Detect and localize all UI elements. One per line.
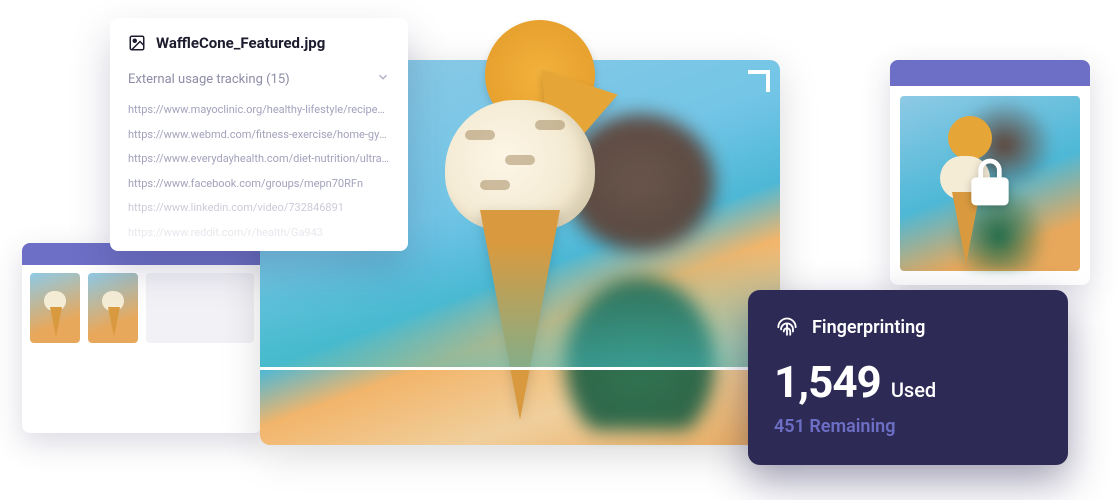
filename-label: WaffleCone_Featured.jpg [156,34,325,52]
crop-corner-icon[interactable] [748,70,770,92]
fingerprint-used-count: 1,549 [774,356,881,408]
tracked-url[interactable]: https://www.mayoclinic.org/healthy-lifes… [128,102,390,119]
fingerprinting-title: Fingerprinting [812,317,925,338]
tracked-url[interactable]: https://www.reddit.com/r/health/Ga943 [128,225,390,242]
external-usage-expander[interactable]: External usage tracking (15) [128,70,390,88]
fingerprint-remaining: 451 Remaining [774,416,1042,437]
tracked-url[interactable]: https://www.facebook.com/groups/mepn70RF… [128,176,390,193]
url-list: https://www.mayoclinic.org/healthy-lifes… [128,102,390,241]
fingerprinting-card: Fingerprinting 1,549 Used 451 Remaining [748,290,1068,465]
locked-asset-card [890,60,1090,285]
tracked-url[interactable]: https://www.linkedin.com/video/732846891 [128,200,390,217]
fingerprint-used-label: Used [891,378,936,402]
locked-thumbnail[interactable] [900,96,1080,271]
photo-subject [445,100,595,230]
tracked-url[interactable]: https://www.everydayhealth.com/diet-nutr… [128,151,390,168]
content-placeholder [146,273,254,343]
usage-tracking-panel: WaffleCone_Featured.jpg External usage t… [110,18,408,251]
thumbnail-browser-card [22,243,262,433]
image-icon [128,34,146,52]
lock-icon [962,154,1018,214]
expander-label: External usage tracking (15) [128,72,290,87]
window-title-bar [890,60,1090,86]
thumbnail[interactable] [30,273,80,343]
fingerprint-icon [774,312,800,342]
tracked-url[interactable]: https://www.webmd.com/fitness-exercise/h… [128,127,390,144]
chevron-down-icon [376,70,390,88]
thumbnail[interactable] [88,273,138,343]
